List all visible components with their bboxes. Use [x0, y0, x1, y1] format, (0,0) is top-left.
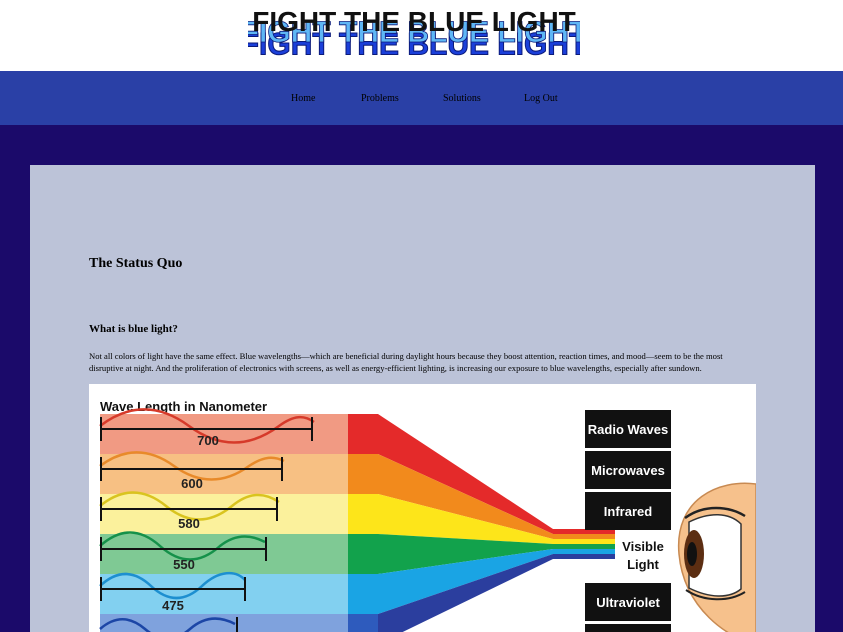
label-box-partial	[585, 624, 671, 632]
band-475	[100, 574, 348, 614]
label-microwaves: Microwaves	[585, 451, 671, 489]
section-heading: What is blue light?	[89, 323, 178, 335]
svg-text:Light: Light	[627, 557, 659, 572]
page-title: The Status Quo	[89, 256, 183, 271]
band-475-solid	[348, 574, 378, 614]
main-content: The Status Quo What is blue light? Not a…	[30, 165, 815, 632]
nav-problems-link[interactable]: Problems	[361, 93, 399, 104]
spectrum-figure: Wave Length in Nanometer 700 600 580 550…	[89, 384, 757, 632]
logo-text: FIGHT THE BLUE LIGHT	[252, 6, 576, 37]
spectrum-diagram: Wave Length in Nanometer 700 600 580 550…	[99, 399, 757, 632]
band-600-solid	[348, 454, 378, 494]
nav-solutions-link[interactable]: Solutions	[443, 93, 481, 104]
wavelength-label-550: 550	[173, 557, 195, 572]
band-700-solid	[348, 414, 378, 454]
wavelength-label-700: 700	[197, 433, 219, 448]
label-ultraviolet: Ultraviolet	[585, 583, 671, 621]
site-logo: FIGHT THE BLUE LIGHT FIGHT THE BLUE LIGH…	[248, 6, 580, 58]
svg-text:Visible: Visible	[622, 539, 664, 554]
label-radio-waves: Radio Waves	[585, 410, 671, 448]
main-nav: Home Problems Solutions Log Out	[0, 71, 843, 125]
band-550	[100, 534, 348, 574]
label-visible-light: Visible Light	[622, 539, 664, 572]
band-last-solid	[348, 614, 378, 632]
band-580-solid	[348, 494, 378, 534]
band-550-solid	[348, 534, 378, 574]
label-infrared: Infrared	[585, 492, 671, 530]
site-header: FIGHT THE BLUE LIGHT FIGHT THE BLUE LIGH…	[0, 0, 843, 71]
wavelength-label-580: 580	[178, 516, 200, 531]
wavelength-label-600: 600	[181, 476, 203, 491]
band-580	[100, 494, 348, 534]
svg-text:Ultraviolet: Ultraviolet	[596, 595, 660, 610]
eye-icon	[678, 482, 757, 632]
svg-text:Radio Waves: Radio Waves	[588, 422, 668, 437]
svg-text:Microwaves: Microwaves	[591, 463, 665, 478]
band-600	[100, 454, 348, 494]
nav-home-link[interactable]: Home	[291, 93, 315, 104]
intro-paragraph: Not all colors of light have the same ef…	[89, 351, 723, 373]
nav-logout-link[interactable]: Log Out	[524, 93, 558, 104]
wavelength-label-475: 475	[162, 598, 184, 613]
svg-text:Infrared: Infrared	[604, 504, 652, 519]
